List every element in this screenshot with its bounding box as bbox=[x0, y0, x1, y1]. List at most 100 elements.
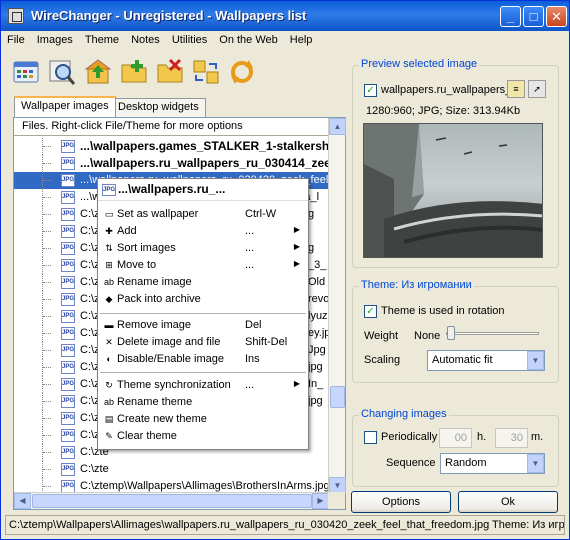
open-folder-icon[interactable]: ≡ bbox=[507, 80, 525, 98]
jpg-file-icon: JPG bbox=[61, 361, 75, 374]
tree-connector bbox=[42, 359, 54, 376]
jpg-file-icon: JPG bbox=[102, 184, 116, 196]
sequence-select[interactable]: Random ▼ bbox=[440, 453, 545, 474]
scroll-up-arrow[interactable]: ▲ bbox=[329, 118, 346, 135]
weight-slider-track[interactable] bbox=[446, 332, 539, 335]
chevron-down-icon[interactable]: ▼ bbox=[527, 351, 544, 370]
context-menu-item[interactable]: ▤ Create new theme bbox=[98, 411, 308, 428]
list-item[interactable]: JPG ...\wallpapers.games_STALKER_1-stalke… bbox=[14, 138, 329, 155]
context-menu-label: Rename image bbox=[117, 276, 192, 288]
context-menu-item[interactable]: ⊞ Move to... ▶ bbox=[98, 257, 308, 274]
weight-slider-thumb[interactable] bbox=[447, 326, 455, 340]
menu-file[interactable]: File bbox=[1, 31, 31, 46]
context-menu-label: Move to bbox=[117, 259, 157, 271]
menu-theme[interactable]: Theme bbox=[79, 31, 125, 46]
context-menu-label: Set as wallpaper bbox=[117, 208, 199, 220]
h-scroll-thumb[interactable] bbox=[32, 494, 312, 508]
refresh-icon[interactable] bbox=[227, 57, 257, 87]
context-menu-label: Add bbox=[117, 225, 137, 237]
ok-button[interactable]: Ok bbox=[458, 491, 558, 513]
theme-rotation-label: Theme is used in rotation bbox=[381, 305, 505, 317]
tree-connector bbox=[42, 274, 54, 291]
list-item-suffix: jpg bbox=[308, 395, 323, 407]
theme-rotation-checkbox[interactable]: ✓ bbox=[364, 305, 377, 318]
submenu-arrow-icon: ▶ bbox=[293, 259, 300, 268]
tree-connector bbox=[42, 376, 54, 393]
submenu-arrow-icon: ▶ bbox=[293, 379, 300, 388]
menu-on-the-web[interactable]: On the Web bbox=[213, 31, 284, 46]
jpg-file-icon: JPG bbox=[61, 157, 75, 170]
add-up-icon[interactable] bbox=[83, 57, 113, 87]
context-menu-label: Pack into archive bbox=[117, 293, 201, 305]
context-menu-item[interactable]: ↻ Theme synchronization... ▶ bbox=[98, 377, 308, 394]
context-menu-label: Remove image bbox=[117, 319, 191, 331]
menu-help[interactable]: Help bbox=[284, 31, 319, 46]
tree-connector bbox=[42, 308, 54, 325]
list-item[interactable]: JPG C:\zte bbox=[14, 461, 329, 478]
context-menu-item[interactable]: ✕ Delete image and file Shift-Del bbox=[98, 334, 308, 351]
hours-unit: h. bbox=[477, 431, 487, 443]
list-item-suffix: ey.jp bbox=[308, 327, 329, 339]
tree-connector bbox=[42, 240, 54, 257]
tree-connector bbox=[42, 223, 54, 240]
chevron-down-icon[interactable]: ▼ bbox=[527, 454, 544, 473]
add-icon: ✚ bbox=[105, 226, 113, 236]
title-bar[interactable]: WireChanger - Unregistered - Wallpapers … bbox=[1, 1, 569, 31]
scaling-select[interactable]: Automatic fit ▼ bbox=[427, 350, 545, 371]
context-menu-item[interactable]: ✚ Add... ▶ bbox=[98, 223, 308, 240]
horizontal-scrollbar[interactable]: ◀ ▶ bbox=[14, 492, 329, 509]
submenu-arrow-icon: ▶ bbox=[293, 242, 300, 251]
options-button[interactable]: Options bbox=[351, 491, 451, 513]
list-item-suffix: lyuzi bbox=[308, 310, 329, 322]
context-menu-shortcut: ... bbox=[245, 225, 255, 237]
context-menu-item[interactable]: ab Rename theme bbox=[98, 394, 308, 411]
minutes-input[interactable]: 30 bbox=[495, 428, 528, 448]
list-item-label: ...\wallpapers.ru_wallpapers_ru_030414_z… bbox=[80, 156, 329, 170]
close-button[interactable]: ✕ bbox=[546, 6, 567, 27]
tab-desktop-widgets[interactable]: Desktop widgets bbox=[111, 98, 206, 117]
context-menu-item[interactable]: ▭ Set as wallpaper Ctrl-W bbox=[98, 206, 308, 223]
context-menu-item[interactable]: ◐ Disable/Enable image Ins bbox=[98, 351, 308, 368]
context-menu-shortcut: ... bbox=[245, 242, 255, 254]
context-menu-item[interactable]: ▬ Remove image Del bbox=[98, 317, 308, 334]
context-menu-title: ...\wallpapers.ru_... bbox=[118, 182, 226, 196]
menu-notes[interactable]: Notes bbox=[125, 31, 166, 46]
hours-input[interactable]: 00 bbox=[439, 428, 472, 448]
jpg-file-icon: JPG bbox=[61, 344, 75, 357]
preview-image bbox=[363, 123, 543, 258]
jpg-file-icon: JPG bbox=[61, 259, 75, 272]
list-view-icon[interactable] bbox=[11, 57, 41, 87]
tree-connector bbox=[42, 206, 54, 223]
scaling-value: Automatic fit bbox=[432, 354, 493, 366]
jpg-file-icon: JPG bbox=[61, 327, 75, 340]
minimize-button[interactable]: _ bbox=[500, 6, 521, 27]
preview-checkbox[interactable]: ✓ bbox=[364, 84, 377, 97]
jpg-file-icon: JPG bbox=[61, 293, 75, 306]
list-item[interactable]: JPG ...\wallpapers.ru_wallpapers_ru_03041… bbox=[14, 155, 329, 172]
jpg-file-icon: JPG bbox=[61, 412, 75, 425]
context-menu-item[interactable]: ✎ Clear theme bbox=[98, 428, 308, 445]
scroll-right-arrow[interactable]: ▶ bbox=[312, 493, 329, 509]
periodically-checkbox[interactable] bbox=[364, 431, 377, 444]
jpg-file-icon: JPG bbox=[61, 378, 75, 391]
context-menu-shortcut: ... bbox=[245, 259, 255, 271]
context-menu-header: JPG ...\wallpapers.ru_... bbox=[98, 179, 308, 201]
scroll-thumb[interactable] bbox=[330, 386, 345, 408]
menu-images[interactable]: Images bbox=[31, 31, 79, 46]
theme-sync-icon[interactable] bbox=[191, 57, 221, 87]
jpg-file-icon: JPG bbox=[61, 191, 75, 204]
external-link-icon[interactable]: ➚ bbox=[528, 80, 546, 98]
context-menu-item[interactable]: ab Rename image bbox=[98, 274, 308, 291]
tab-wallpaper-images[interactable]: Wallpaper images bbox=[14, 96, 116, 117]
scroll-left-arrow[interactable]: ◀ bbox=[14, 493, 31, 509]
jpg-file-icon: JPG bbox=[61, 140, 75, 153]
context-menu-item[interactable]: ◆ Pack into archive bbox=[98, 291, 308, 308]
add-folder-icon[interactable] bbox=[119, 57, 149, 87]
vertical-scrollbar[interactable]: ▲ ▼ bbox=[328, 118, 346, 494]
context-menu-item[interactable]: ⇅ Sort images... ▶ bbox=[98, 240, 308, 257]
menu-utilities[interactable]: Utilities bbox=[166, 31, 213, 46]
scaling-label: Scaling bbox=[364, 354, 401, 366]
search-image-icon[interactable] bbox=[47, 57, 77, 87]
remove-folder-icon[interactable] bbox=[155, 57, 185, 87]
maximize-button[interactable]: □ bbox=[523, 6, 544, 27]
